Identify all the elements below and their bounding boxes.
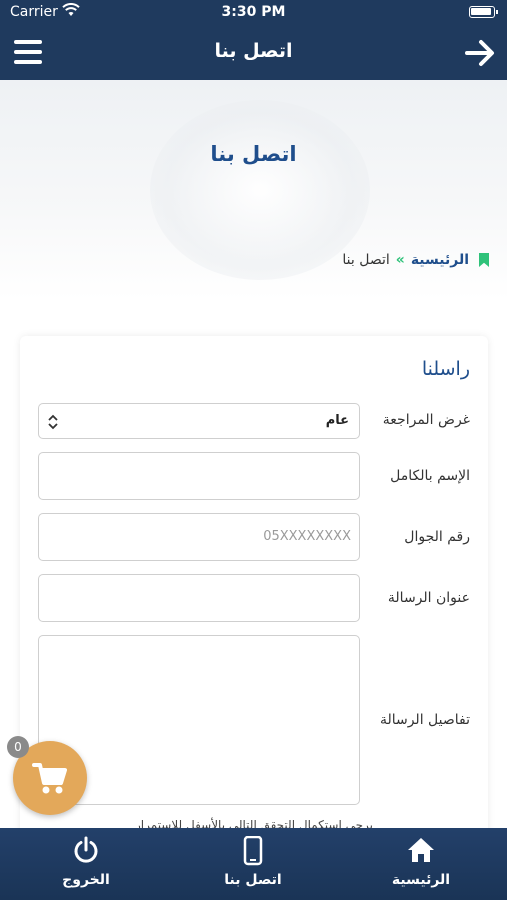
contact-form-card: راسلنا غرض المراجعة عام الإسم بالكامل رق… [20, 336, 488, 836]
select-arrows-icon [47, 413, 59, 431]
purpose-label: غرض المراجعة [382, 412, 470, 428]
tab-logout-label: الخروج [62, 872, 110, 888]
nav-title: اتصل بنا [214, 40, 293, 62]
bottom-tab-bar: الرئيسية اتصل بنا الخروج [0, 828, 507, 900]
purpose-selected-value: عام [325, 413, 349, 428]
cart-count-badge: 0 [7, 736, 29, 758]
power-icon [26, 836, 146, 866]
cart-icon [32, 763, 67, 794]
details-label: تفاصيل الرسالة [379, 712, 470, 728]
subject-field[interactable] [38, 574, 360, 622]
breadcrumb-separator: » [395, 252, 405, 268]
breadcrumb: الرئيسية » اتصل بنا [342, 252, 489, 268]
purpose-select[interactable]: عام [38, 403, 360, 439]
bookmark-icon [479, 253, 489, 267]
tab-contact[interactable]: اتصل بنا [193, 835, 313, 888]
page-banner: اتصل بنا الرئيسية » اتصل بنا [0, 80, 507, 300]
tab-home-label: الرئيسية [391, 872, 451, 888]
tab-logout[interactable]: الخروج [26, 836, 146, 888]
page-title: اتصل بنا [210, 142, 297, 166]
battery-icon [469, 6, 498, 18]
full-name-field[interactable] [38, 452, 360, 500]
mobile-placeholder: 05XXXXXXXX [263, 529, 351, 544]
form-title: راسلنا [421, 358, 470, 380]
clock: 3:30 PM [221, 4, 286, 20]
tab-contact-label: اتصل بنا [224, 872, 282, 888]
phone-icon [193, 835, 313, 866]
status-bar: Carrier 3:30 PM [0, 0, 507, 26]
arrow-right-icon[interactable] [463, 36, 497, 70]
full-name-label: الإسم بالكامل [390, 468, 470, 484]
mobile-label: رقم الجوال [404, 529, 470, 545]
mobile-field[interactable]: 05XXXXXXXX [38, 513, 360, 561]
breadcrumb-current: اتصل بنا [342, 252, 390, 268]
home-icon [361, 836, 481, 866]
subject-label: عنوان الرسالة [387, 590, 470, 606]
breadcrumb-home-link[interactable]: الرئيسية [411, 252, 469, 268]
tab-home[interactable]: الرئيسية [361, 836, 481, 888]
nav-bar: اتصل بنا [0, 26, 507, 80]
banner-decoration [150, 100, 370, 280]
